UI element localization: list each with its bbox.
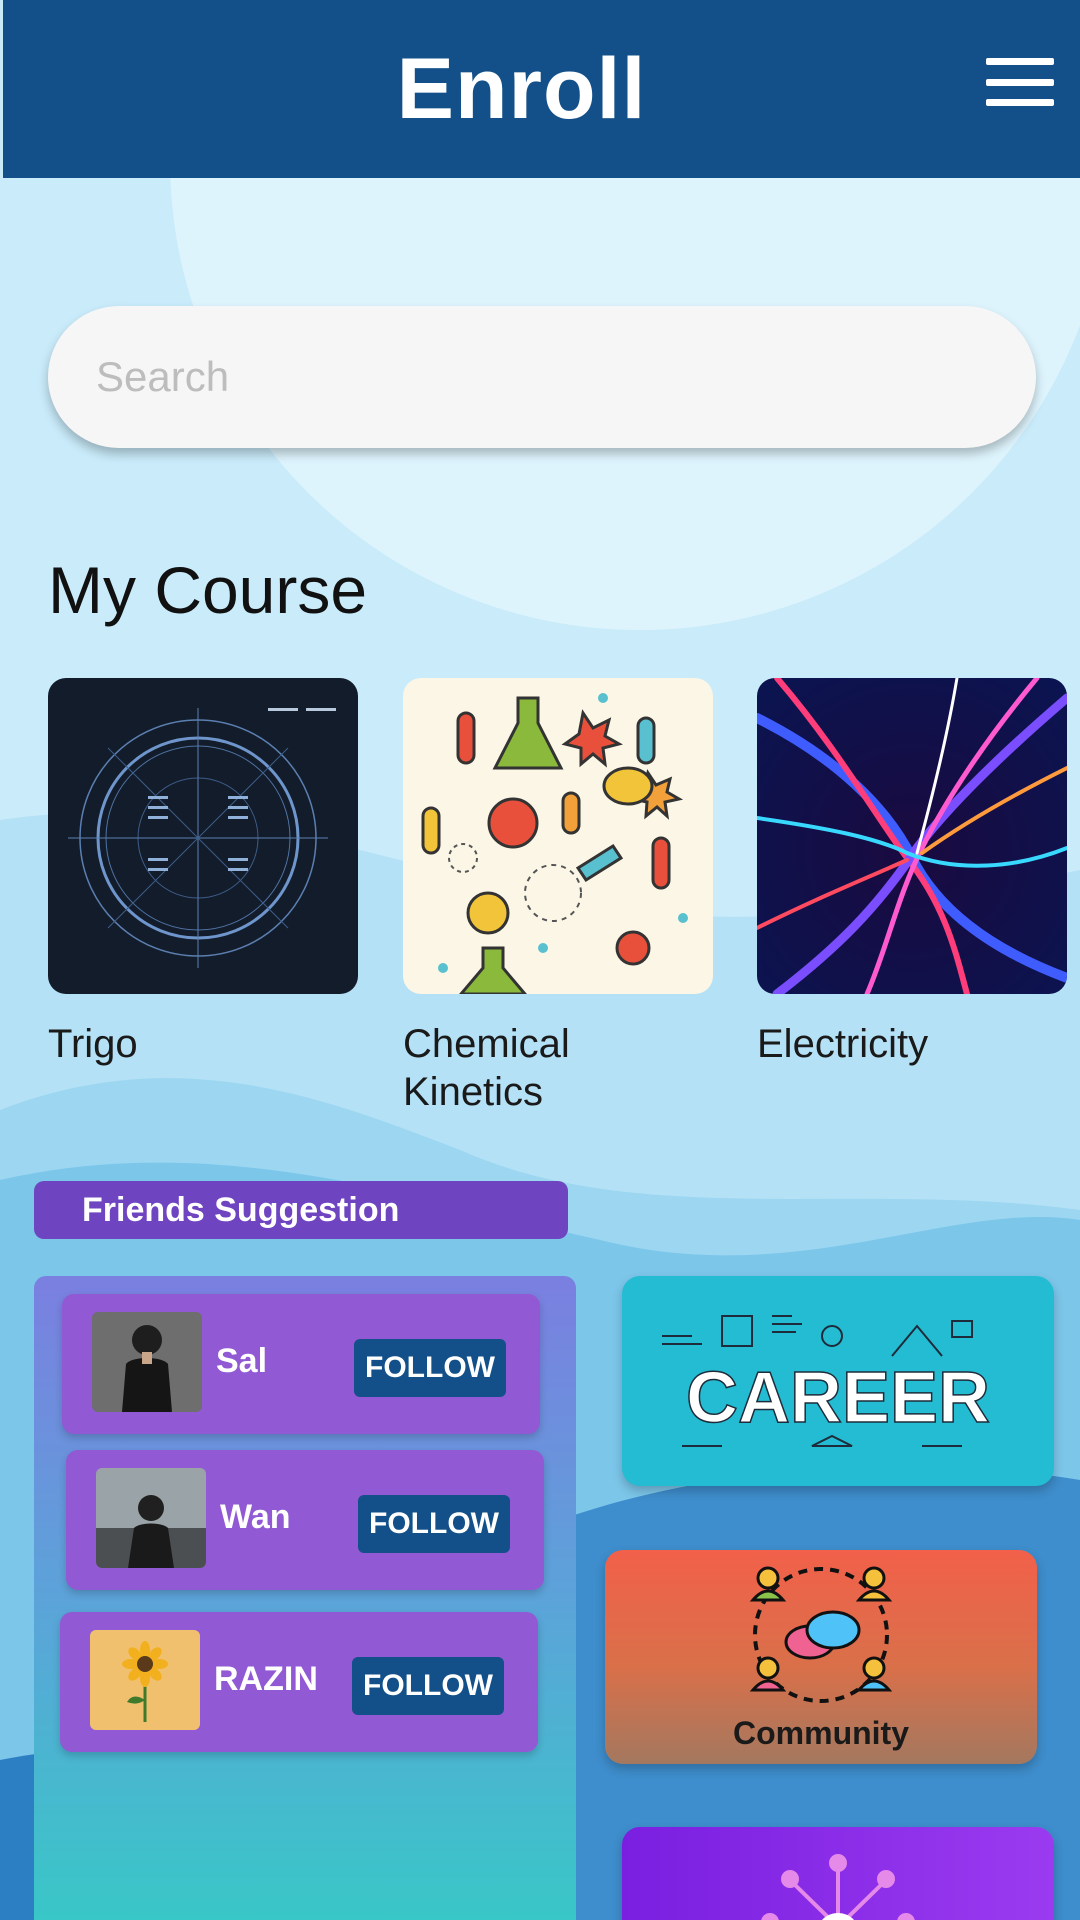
network-tile[interactable] <box>622 1827 1054 1920</box>
course-label: Electricity <box>757 1022 929 1066</box>
app-title: Enroll <box>396 40 647 137</box>
follow-button[interactable]: FOLLOW <box>354 1339 506 1397</box>
friends-suggestion-panel: Sal FOLLOW Wan FOLLOW RAZIN FOLLOW <box>34 1276 576 1920</box>
menu-line <box>986 78 1054 86</box>
trigonometry-circle-image <box>48 678 358 994</box>
friends-suggestion-title: Friends Suggestion <box>34 1181 568 1239</box>
avatar[interactable] <box>92 1312 202 1412</box>
course-card-electricity[interactable]: Electricity <box>757 678 1067 1068</box>
my-course-title: My Course <box>48 553 368 627</box>
search-bar[interactable] <box>48 306 1036 448</box>
course-card-trigo[interactable]: Trigo <box>48 678 358 1068</box>
friend-card-wan: Wan FOLLOW <box>66 1450 544 1590</box>
follow-button[interactable]: FOLLOW <box>352 1657 504 1715</box>
avatar[interactable] <box>90 1630 200 1730</box>
avatar[interactable] <box>96 1468 206 1568</box>
hamburger-menu-icon[interactable] <box>986 58 1054 106</box>
electric-light-streaks-image <box>757 678 1067 994</box>
search-input[interactable] <box>96 353 1036 401</box>
community-label: Community <box>733 1715 909 1751</box>
friend-name: RAZIN <box>214 1660 318 1698</box>
friend-name: Sal <box>216 1342 268 1380</box>
course-label: Chemical Kinetics <box>403 1020 713 1116</box>
friend-card-sal: Sal FOLLOW <box>62 1294 540 1434</box>
menu-line <box>986 58 1054 65</box>
career-tile[interactable]: CAREER <box>622 1276 1054 1486</box>
career-tile-text: CAREER <box>686 1358 990 1438</box>
follow-button[interactable]: FOLLOW <box>358 1495 510 1553</box>
friend-name: Wan <box>220 1498 291 1536</box>
community-icon <box>749 1566 893 1703</box>
course-label-line1: Chemical <box>403 1022 570 1066</box>
course-label: Trigo <box>48 1022 138 1066</box>
menu-line <box>986 99 1054 106</box>
chemistry-doodle-image <box>403 678 713 994</box>
course-card-chemical-kinetics[interactable]: Chemical Kinetics <box>403 678 713 1116</box>
friend-card-razin: RAZIN FOLLOW <box>60 1612 538 1752</box>
app-header: Enroll <box>3 0 1080 178</box>
course-label-line2: Kinetics <box>403 1070 544 1114</box>
community-tile[interactable]: Community <box>605 1550 1037 1764</box>
network-hub-icon <box>761 1854 915 1920</box>
